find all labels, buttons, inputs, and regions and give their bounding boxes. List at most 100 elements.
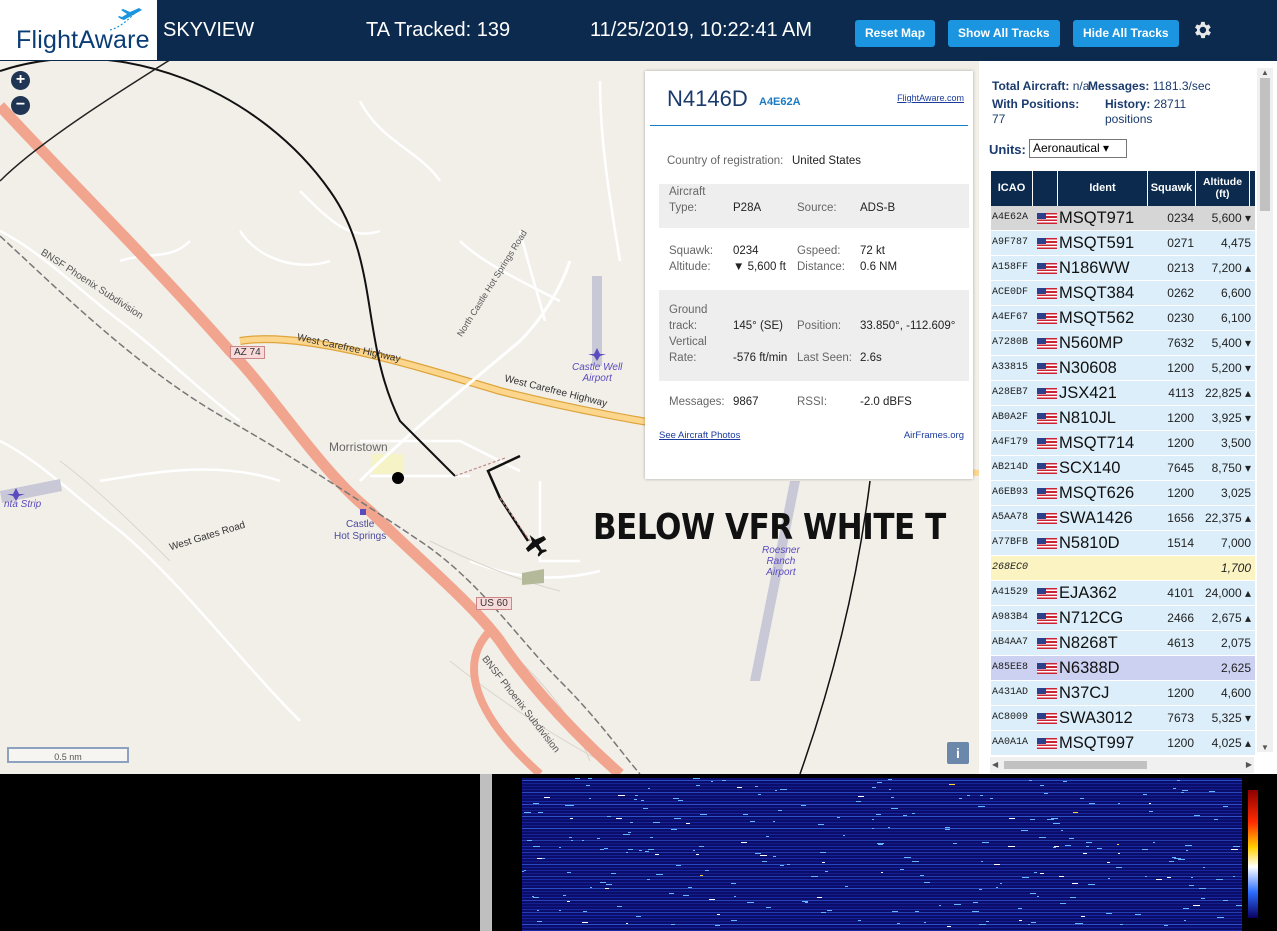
table-row[interactable]: A983B4 N712CG 2466 2,675 ▴: [991, 606, 1255, 631]
squawk-cell: 0234: [1167, 211, 1194, 225]
us-flag-icon: [1037, 388, 1057, 399]
col-header-icao[interactable]: ICAO: [991, 171, 1033, 206]
top-bar: FlightAware SKYVIEW TA Tracked: 139 11/2…: [0, 0, 1277, 62]
map-label-us60: US 60: [476, 597, 512, 610]
icao-cell: A85EE8: [992, 662, 1029, 673]
flag-cell: [1034, 506, 1058, 530]
table-row[interactable]: A7280B N560MP 7632 5,400 ▾: [991, 331, 1255, 356]
flag-cell: [1034, 406, 1058, 430]
app-title: SKYVIEW: [163, 19, 255, 41]
aircraft-photos-link[interactable]: See Aircraft Photos: [659, 430, 740, 441]
icao-cell: A7280B: [992, 337, 1029, 348]
us-flag-icon: [1037, 463, 1057, 474]
type-value: P28A: [733, 202, 762, 214]
table-row[interactable]: A9F787 MSQT591 0271 4,475: [991, 231, 1255, 256]
table-row[interactable]: A6EB93 MSQT626 1200 3,025: [991, 481, 1255, 506]
icao-cell: A4EF67: [992, 312, 1029, 323]
altitude-cell: 2,075: [1220, 636, 1251, 650]
altitude-cell: 5,600 ▾: [1211, 211, 1251, 225]
squawk-cell: [1149, 656, 1194, 680]
altitude-cell: 2,625: [1220, 661, 1251, 675]
scroll-left-arrow[interactable]: ◀: [992, 760, 998, 769]
table-row[interactable]: AB214D SCX140 7645 8,750 ▾: [991, 456, 1255, 481]
gspeed-label: Gspeed:: [797, 245, 841, 257]
col-header-ident[interactable]: Ident: [1058, 171, 1148, 206]
icao-cell: 268EC0: [992, 562, 1029, 573]
ident-cell: MSQT562: [1059, 309, 1135, 327]
hide-all-tracks-button[interactable]: Hide All Tracks: [1073, 20, 1179, 47]
table-row[interactable]: ACE0DF MSQT384 0262 6,600: [991, 281, 1255, 306]
us-flag-icon: [1037, 338, 1057, 349]
altitude-cell: 24,000 ▴: [1204, 586, 1251, 600]
table-row[interactable]: AC8009 SWA3012 7673 5,325 ▾: [991, 706, 1255, 731]
vertical-scrollbar[interactable]: ▲ ▼: [1257, 68, 1273, 752]
squawk-cell: 1200: [1167, 686, 1194, 700]
scroll-down-arrow[interactable]: ▼: [1261, 743, 1269, 752]
table-row[interactable]: AA0A1A MSQT997 1200 4,025 ▴: [991, 731, 1255, 756]
icao-cell: A4F179: [992, 437, 1029, 448]
squawk-cell: 0262: [1167, 286, 1194, 300]
us-flag-icon: [1037, 488, 1057, 499]
flag-cell: [1034, 331, 1058, 355]
table-row[interactable]: A431AD N37CJ 1200 4,600: [991, 681, 1255, 706]
horizontal-scrollbar[interactable]: ◀ ▶: [990, 757, 1254, 773]
icao-cell: A77BFB: [992, 537, 1029, 548]
horizontal-scroll-thumb[interactable]: [1004, 761, 1147, 769]
table-row[interactable]: A33815 N30608 1200 5,200 ▾: [991, 356, 1255, 381]
map-label-roesner: Roesner Ranch Airport: [762, 545, 800, 578]
icao-cell: A431AD: [992, 687, 1029, 698]
table-row[interactable]: AB0A2F N810JL 1200 3,925 ▾: [991, 406, 1255, 431]
rssi-value: -2.0 dBFS: [860, 396, 912, 408]
show-all-tracks-button[interactable]: Show All Tracks: [948, 20, 1060, 47]
table-row[interactable]: A4F179 MSQT714 1200 3,500: [991, 431, 1255, 456]
flag-cell: [1034, 731, 1058, 755]
altitude-label: Altitude:: [669, 261, 711, 273]
altitude-cell: 5,325 ▾: [1211, 711, 1251, 725]
table-row[interactable]: 268EC0 1,700: [991, 556, 1255, 581]
table-row[interactable]: A77BFB N5810D 1514 7,000: [991, 531, 1255, 556]
flag-cell: [1034, 356, 1058, 380]
ident-cell: SWA1426: [1059, 509, 1133, 527]
flag-cell: [1034, 681, 1058, 705]
ident-cell: N5810D: [1059, 534, 1120, 552]
altitude-value: ▼ 5,600 ft: [733, 261, 786, 273]
icao-cell: A4E62A: [992, 212, 1029, 223]
units-select[interactable]: Aeronautical ▾: [1029, 139, 1127, 158]
reset-map-button[interactable]: Reset Map: [855, 20, 936, 47]
icao-cell: A9F787: [992, 237, 1029, 248]
ident-cell: MSQT626: [1059, 484, 1135, 502]
gear-icon[interactable]: [1191, 19, 1213, 41]
zoom-in-button[interactable]: +: [11, 71, 30, 90]
us-flag-icon: [1037, 613, 1057, 624]
col-header-altitude[interactable]: Altitude (ft): [1196, 171, 1250, 206]
clock: 11/25/2019, 10:22:41 AM: [590, 19, 813, 41]
scroll-right-arrow[interactable]: ▶: [1246, 760, 1252, 769]
panel-divider[interactable]: [480, 774, 492, 931]
ident-cell: SCX140: [1059, 459, 1121, 477]
col-header-squawk[interactable]: Squawk: [1148, 171, 1196, 206]
popup-divider: [650, 125, 968, 126]
col-header-flag[interactable]: [1033, 171, 1058, 206]
table-row[interactable]: A41529 EJA362 4101 24,000 ▴: [991, 581, 1255, 606]
zoom-out-button[interactable]: −: [11, 96, 30, 115]
table-row[interactable]: A4EF67 MSQT562 0230 6,100: [991, 306, 1255, 331]
flightaware-logo[interactable]: FlightAware: [0, 0, 157, 60]
tracked-count: TA Tracked: 139: [366, 19, 511, 41]
airframes-link[interactable]: AirFrames.org: [904, 430, 964, 441]
altitude-cell: 4,475: [1220, 236, 1251, 250]
table-row[interactable]: A85EE8 N6388D 2,625: [991, 656, 1255, 681]
table-row[interactable]: A158FF N186WW 0213 7,200 ▴: [991, 256, 1255, 281]
vertical-scroll-thumb[interactable]: [1260, 78, 1270, 211]
ident-cell: N810JL: [1059, 409, 1116, 427]
ident-cell: MSQT591: [1059, 234, 1135, 252]
table-row[interactable]: A28EB7 JSX421 4113 22,825 ▴: [991, 381, 1255, 406]
table-row[interactable]: A5AA78 SWA1426 1656 22,375 ▴: [991, 506, 1255, 531]
flightaware-link[interactable]: FlightAware.com: [897, 93, 964, 103]
table-row[interactable]: A4E62A MSQT971 0234 5,600 ▾: [991, 206, 1255, 231]
map-label-town: Morristown: [329, 440, 388, 454]
us-flag-icon: [1037, 213, 1057, 224]
table-row[interactable]: AB4AA7 N8268T 4613 2,075: [991, 631, 1255, 656]
scroll-up-arrow[interactable]: ▲: [1261, 68, 1269, 77]
squawk-cell: 1200: [1167, 411, 1194, 425]
info-button[interactable]: i: [947, 742, 969, 764]
